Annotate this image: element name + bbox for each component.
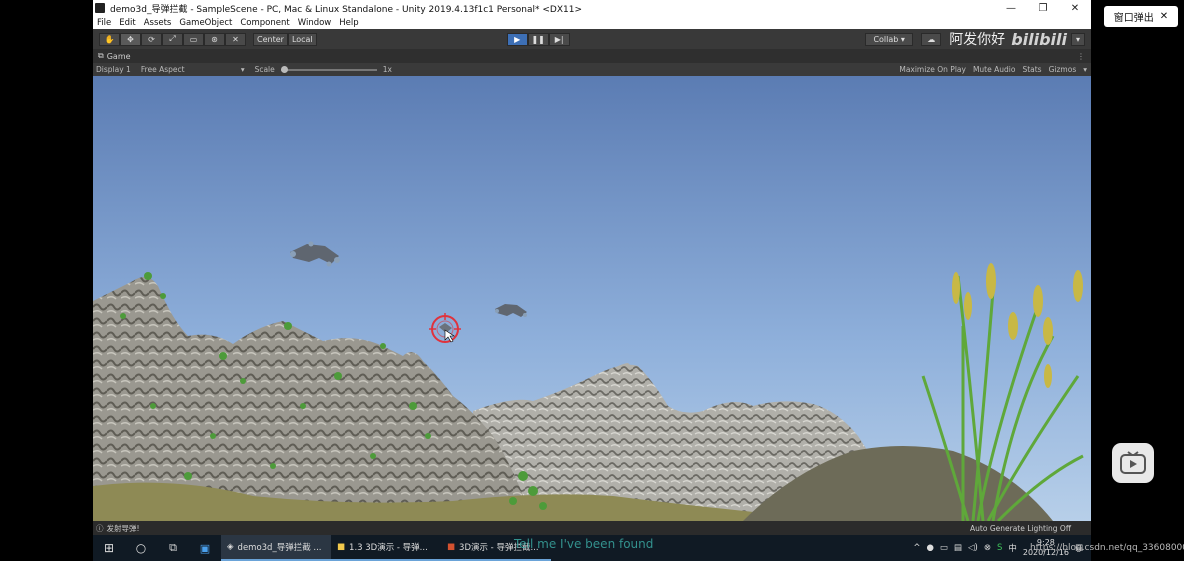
scale-value: 1x [382,65,392,74]
custom-tool-icon[interactable]: ✕ [225,32,246,46]
menu-gameobject[interactable]: GameObject [179,18,232,28]
layout-dropdown[interactable]: ▾ [1071,32,1085,46]
menu-bar: File Edit Assets GameObject Component Wi… [93,16,1091,29]
csdn-watermark: https://blog.csdn.net/qq_33608000 [1030,543,1184,553]
game-tab-row: ⧉ Game ⋮ [93,49,1091,63]
menu-file[interactable]: File [97,18,111,28]
taskbar-app-label: 1.3 3D演示 - 导弹... [349,543,428,553]
transform-tool-icon[interactable]: ⊛ [204,32,225,46]
game-scene [93,76,1091,521]
tv-play-icon [1120,451,1146,474]
start-windows-icon[interactable]: ⊞ [93,535,125,561]
folder-icon: ■ [337,542,346,552]
collab-area: Collab ▾ ☁ 阿发你好 bilibili ▾ [865,29,1085,49]
pause-button[interactable]: ❚❚ [527,32,549,46]
popout-label: 窗口弹出 [1113,13,1154,24]
game-viewport[interactable] [93,76,1091,521]
account-label: 阿发你好 [949,32,1006,48]
game-view-options: Maximize On Play Mute Audio Stats Gizmos… [899,65,1091,74]
explorer-app-icon[interactable]: ▣ [189,535,221,561]
stats-toggle[interactable]: Stats [1022,65,1041,74]
game-tab-icon: ⧉ [98,51,104,60]
minimize-button[interactable]: — [995,3,1027,14]
unity-icon: ◈ [227,542,234,552]
menu-edit[interactable]: Edit [119,18,135,28]
taskbar-app-label: demo3d_导弹拦截 ... [237,543,322,553]
maximize-on-play-toggle[interactable]: Maximize On Play [899,65,966,74]
tab-game[interactable]: Game [107,52,131,61]
tray-chevron-icon[interactable]: ^ [913,543,920,553]
gizmos-toggle[interactable]: Gizmos [1049,65,1077,74]
hand-tool-icon[interactable]: ✋ [99,32,120,46]
unity-window: demo3d_导弹拦截 - SampleScene - PC, Mac & Li… [93,0,1091,535]
aspect-select[interactable]: Free Aspect [141,65,241,74]
console-message[interactable]: 发射导弹! [107,523,140,534]
maximize-button[interactable]: ❐ [1027,3,1059,14]
collab-button[interactable]: Collab ▾ [865,32,914,46]
info-icon: ⓘ [96,523,104,533]
popout-close-icon[interactable]: ✕ [1160,11,1168,22]
menu-window[interactable]: Window [298,18,332,28]
transform-tools: ✋ ✥ ⟳ ⤢ ▭ ⊛ ✕ [99,32,246,46]
game-view-bar: Display 1 Free Aspect ▾ Scale 1x Maximiz… [93,63,1091,76]
battery-icon[interactable]: ▭ [940,543,948,553]
toolbar: ✋ ✥ ⟳ ⤢ ▭ ⊛ ✕ Center Local ▶ ❚❚ ▶| Colla… [93,29,1091,49]
microphone-icon[interactable]: ● [926,543,933,553]
scale-slider[interactable] [280,65,377,73]
pivot-center-toggle[interactable]: Center [253,32,288,46]
menu-help[interactable]: Help [339,18,358,28]
unity-app-icon [95,3,105,13]
rect-tool-icon[interactable]: ▭ [183,32,204,46]
menu-assets[interactable]: Assets [144,18,172,28]
blocked-icon[interactable]: ⊗ [984,543,991,553]
network-icon[interactable]: ▤ [954,543,962,553]
popout-window-button[interactable]: 窗口弹出 ✕ [1104,6,1178,27]
close-button[interactable]: ✕ [1059,3,1091,14]
search-circle-icon[interactable]: ○ [125,535,157,561]
mute-audio-toggle[interactable]: Mute Audio [973,65,1015,74]
scale-tool-icon[interactable]: ⤢ [162,32,183,46]
pivot-local-toggle[interactable]: Local [287,32,317,46]
status-bar: ⓘ 发射导弹! Auto Generate Lighting Off [93,521,1091,535]
pivot-controls: Center Local [253,32,317,46]
rotate-tool-icon[interactable]: ⟳ [141,32,162,46]
powerpoint-icon: ■ [447,542,456,552]
gizmos-chevron-icon[interactable]: ▾ [1083,65,1087,74]
bilibili-logo: bilibili [1011,29,1067,49]
tab-menu-icon[interactable]: ⋮ [1077,52,1085,61]
video-subtitle: Tell me I've been found [514,537,654,551]
play-controls: ▶ ❚❚ ▶| [506,32,570,46]
taskbar-app-folder[interactable]: ■ 1.3 3D演示 - 导弹... [331,535,441,561]
display-select[interactable]: Display 1 [96,65,131,74]
lighting-status: Auto Generate Lighting Off [970,523,1071,533]
cloud-icon[interactable]: ☁ [921,32,942,46]
window-controls: — ❐ ✕ [995,3,1091,14]
play-button[interactable]: ▶ [506,32,528,46]
ime-icon[interactable]: 中 [1008,542,1017,554]
scale-label: Scale [254,65,275,74]
screen: demo3d_导弹拦截 - SampleScene - PC, Mac & Li… [0,0,1184,561]
taskbar-app-unity[interactable]: ◈ demo3d_导弹拦截 ... [221,535,331,561]
window-title: demo3d_导弹拦截 - SampleScene - PC, Mac & Li… [110,4,582,15]
task-view-icon[interactable]: ⧉ [157,535,189,561]
aspect-chevron-icon[interactable]: ▾ [241,65,245,74]
volume-icon[interactable]: ◁) [968,543,978,553]
title-bar: demo3d_导弹拦截 - SampleScene - PC, Mac & Li… [93,0,1091,16]
app-s-icon[interactable]: S [997,543,1002,553]
step-button[interactable]: ▶| [548,32,570,46]
move-tool-icon[interactable]: ✥ [120,32,141,46]
bilibili-tv-icon[interactable] [1112,443,1154,483]
menu-component[interactable]: Component [240,18,289,28]
